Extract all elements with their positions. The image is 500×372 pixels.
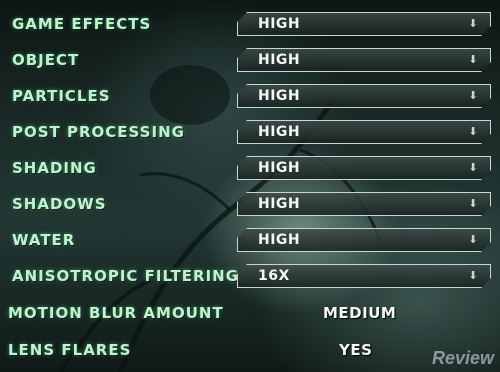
- motion-blur-value[interactable]: MEDIUM: [323, 304, 396, 322]
- watermark-logo: Review: [432, 348, 494, 369]
- arrow-down-icon[interactable]: ⬇: [466, 161, 480, 175]
- dropdown-value: HIGH: [258, 88, 301, 104]
- setting-row-lens-flares: LENS FLARES YES: [0, 337, 500, 365]
- object-dropdown[interactable]: HIGH ⬇: [237, 48, 491, 72]
- setting-row-water: WATER HIGH ⬇: [0, 227, 500, 255]
- setting-label: PARTICLES: [12, 87, 111, 105]
- water-dropdown[interactable]: HIGH ⬇: [237, 228, 491, 252]
- setting-label: WATER: [12, 231, 76, 249]
- setting-label: GAME EFFECTS: [12, 15, 152, 33]
- setting-row-game-effects: GAME EFFECTS HIGH ⬇: [0, 11, 500, 39]
- dropdown-value: HIGH: [258, 52, 301, 68]
- setting-row-motion-blur: MOTION BLUR AMOUNT MEDIUM: [0, 300, 500, 328]
- watermark-text: Review: [431, 348, 494, 368]
- dropdown-value: HIGH: [258, 196, 301, 212]
- setting-label: POST PROCESSING: [12, 123, 185, 141]
- setting-label: MOTION BLUR AMOUNT: [8, 304, 224, 322]
- dropdown-value: HIGH: [258, 124, 301, 140]
- game-effects-dropdown[interactable]: HIGH ⬇: [237, 12, 491, 36]
- arrow-down-icon[interactable]: ⬇: [466, 233, 480, 247]
- dropdown-value: HIGH: [258, 232, 301, 248]
- dropdown-value: 16X: [258, 268, 290, 284]
- dropdown-value: HIGH: [258, 16, 301, 32]
- anisotropic-filtering-dropdown[interactable]: 16X ⬇: [237, 264, 491, 288]
- arrow-down-icon[interactable]: ⬇: [466, 197, 480, 211]
- arrow-down-icon[interactable]: ⬇: [466, 53, 480, 67]
- arrow-down-icon[interactable]: ⬇: [466, 89, 480, 103]
- arrow-down-icon[interactable]: ⬇: [466, 17, 480, 31]
- setting-label: SHADING: [12, 159, 97, 177]
- lens-flares-value[interactable]: YES: [339, 341, 372, 359]
- arrow-down-icon[interactable]: ⬇: [466, 125, 480, 139]
- setting-row-object: OBJECT HIGH ⬇: [0, 47, 500, 75]
- dropdown-value: HIGH: [258, 160, 301, 176]
- setting-label: ANISOTROPIC FILTERING: [12, 267, 240, 285]
- setting-row-shadows: SHADOWS HIGH ⬇: [0, 191, 500, 219]
- setting-label: SHADOWS: [12, 195, 107, 213]
- setting-row-post-processing: POST PROCESSING HIGH ⬇: [0, 119, 500, 147]
- shadows-dropdown[interactable]: HIGH ⬇: [237, 192, 491, 216]
- setting-label: LENS FLARES: [8, 341, 132, 359]
- arrow-down-icon[interactable]: ⬇: [466, 269, 480, 283]
- shading-dropdown[interactable]: HIGH ⬇: [237, 156, 491, 180]
- setting-row-shading: SHADING HIGH ⬇: [0, 155, 500, 183]
- setting-row-particles: PARTICLES HIGH ⬇: [0, 83, 500, 111]
- post-processing-dropdown[interactable]: HIGH ⬇: [237, 120, 491, 144]
- setting-label: OBJECT: [12, 51, 80, 69]
- setting-row-anisotropic-filtering: ANISOTROPIC FILTERING 16X ⬇: [0, 263, 500, 291]
- particles-dropdown[interactable]: HIGH ⬇: [237, 84, 491, 108]
